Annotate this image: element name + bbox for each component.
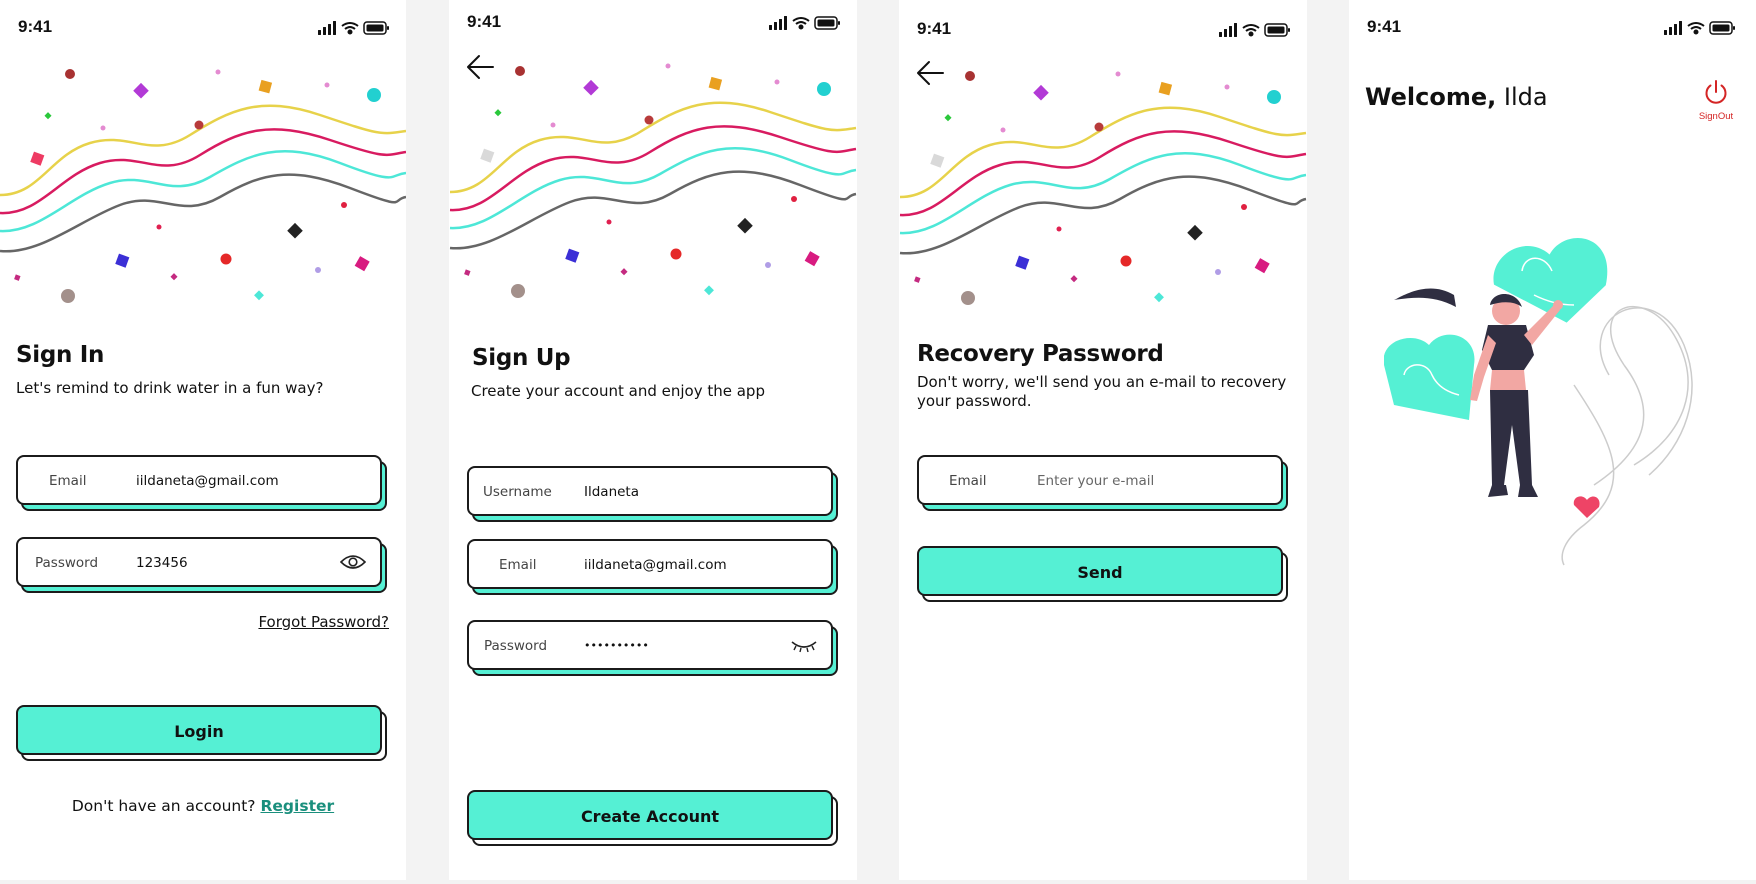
home-screen: 9:41 Welcome, Ilda SignOut [1349,0,1756,880]
status-icons [1219,22,1291,41]
register-link[interactable]: Register [260,797,334,815]
sign-up-screen: 9:41 Sign Up Create your account and enj… [449,0,857,880]
status-time: 9:41 [467,12,502,31]
email-field-box[interactable]: Email iildaneta@gmail.com [16,455,382,505]
password-field-box[interactable]: Password •••••••••• [467,620,833,670]
battery-icon [363,21,389,35]
signal-icon [318,21,336,35]
status-bar: 9:41 [1349,0,1756,52]
password-field[interactable]: Password •••••••••• [467,620,838,676]
status-bar: 9:41 [449,0,857,52]
welcome-text: Welcome, [1365,83,1497,111]
status-time: 9:41 [1367,17,1402,36]
email-field[interactable]: Email iildaneta@gmail.com [467,539,838,595]
username-field[interactable]: Username Ildaneta [467,466,838,522]
wifi-icon [341,22,359,35]
woman-holding-hearts-illustration [1384,238,1693,566]
login-button-label: Login [174,722,224,741]
forgot-password-link[interactable]: Forgot Password? [258,613,389,631]
password-label: Password [35,555,99,571]
email-label: Email [949,473,987,489]
recovery-password-screen: 9:41 Recovery Password Don't worry, we'l… [899,0,1307,880]
page-title: Sign Up [472,345,571,371]
username-input[interactable]: Ildaneta [584,484,639,500]
email-field[interactable]: Email Enter your e-mail [917,455,1288,511]
page-subtitle-line2: your password. [917,392,1032,410]
page-subtitle-line1: Don't worry, we'll send you an e-mail to… [917,373,1287,391]
email-label: Email [499,557,537,573]
signal-icon [1664,21,1682,35]
login-button[interactable]: Login [16,705,387,761]
welcome-heading: Welcome, Ilda [1365,83,1548,111]
status-bar: 9:41 [0,0,406,52]
sign-in-screen: 9:41 Sign In Let's remind to drink water… [0,0,406,880]
page-subtitle: Let's remind to drink water in a fun way… [16,379,324,397]
page-title: Sign In [16,342,105,368]
arrow-left-icon[interactable] [915,60,945,90]
page-subtitle: Create your account and enjoy the app [471,382,765,400]
status-time: 9:41 [18,17,53,36]
signout-button[interactable]: SignOut [1694,78,1738,122]
confetti-waves-illustration [0,69,406,303]
signout-label: SignOut [1698,111,1734,122]
register-row: Don't have an account? Register [0,797,406,815]
send-button-face[interactable]: Send [917,546,1283,596]
heart-small-illustration [1384,334,1475,420]
email-input[interactable]: iildaneta@gmail.com [136,473,279,489]
email-field-box[interactable]: Email Enter your e-mail [917,455,1283,505]
password-field[interactable]: Password 123456 [16,537,387,593]
password-input[interactable]: •••••••••• [584,639,649,652]
email-input[interactable]: iildaneta@gmail.com [584,557,727,573]
status-icons [1664,20,1736,39]
battery-icon [1264,23,1290,37]
email-label: Email [49,473,87,489]
page-title: Recovery Password [917,341,1164,367]
login-button-face[interactable]: Login [16,705,382,755]
status-icons [318,20,390,39]
user-name: Ilda [1503,83,1548,111]
password-label: Password [484,638,548,654]
password-input[interactable]: 123456 [136,555,188,571]
confetti-waves-illustration [449,63,857,298]
email-input[interactable]: Enter your e-mail [1037,473,1154,489]
signal-icon [769,16,787,30]
no-account-text: Don't have an account? [71,797,256,815]
email-field[interactable]: Email iildaneta@gmail.com [16,455,387,511]
email-field-box[interactable]: Email iildaneta@gmail.com [467,539,833,589]
username-label: Username [483,484,552,500]
confetti-waves-illustration [899,71,1307,305]
eye-icon[interactable] [339,553,367,575]
password-field-box[interactable]: Password 123456 [16,537,382,587]
wifi-icon [1687,22,1705,35]
power-icon [1705,80,1727,104]
status-bar: 9:41 [899,0,1307,52]
create-account-button-face[interactable]: Create Account [467,790,833,840]
arrow-left-icon[interactable] [465,54,495,84]
signal-icon [1219,23,1237,37]
create-account-button-label: Create Account [580,807,720,826]
status-icons [769,15,841,34]
send-button[interactable]: Send [917,546,1288,602]
wifi-icon [1242,24,1260,37]
status-time: 9:41 [917,19,952,38]
battery-icon [1709,21,1735,35]
send-button-label: Send [1077,563,1123,582]
create-account-button[interactable]: Create Account [467,790,838,846]
battery-icon [814,16,840,30]
eye-closed-icon[interactable] [791,638,817,658]
wifi-icon [792,17,810,30]
username-field-box[interactable]: Username Ildaneta [467,466,833,516]
